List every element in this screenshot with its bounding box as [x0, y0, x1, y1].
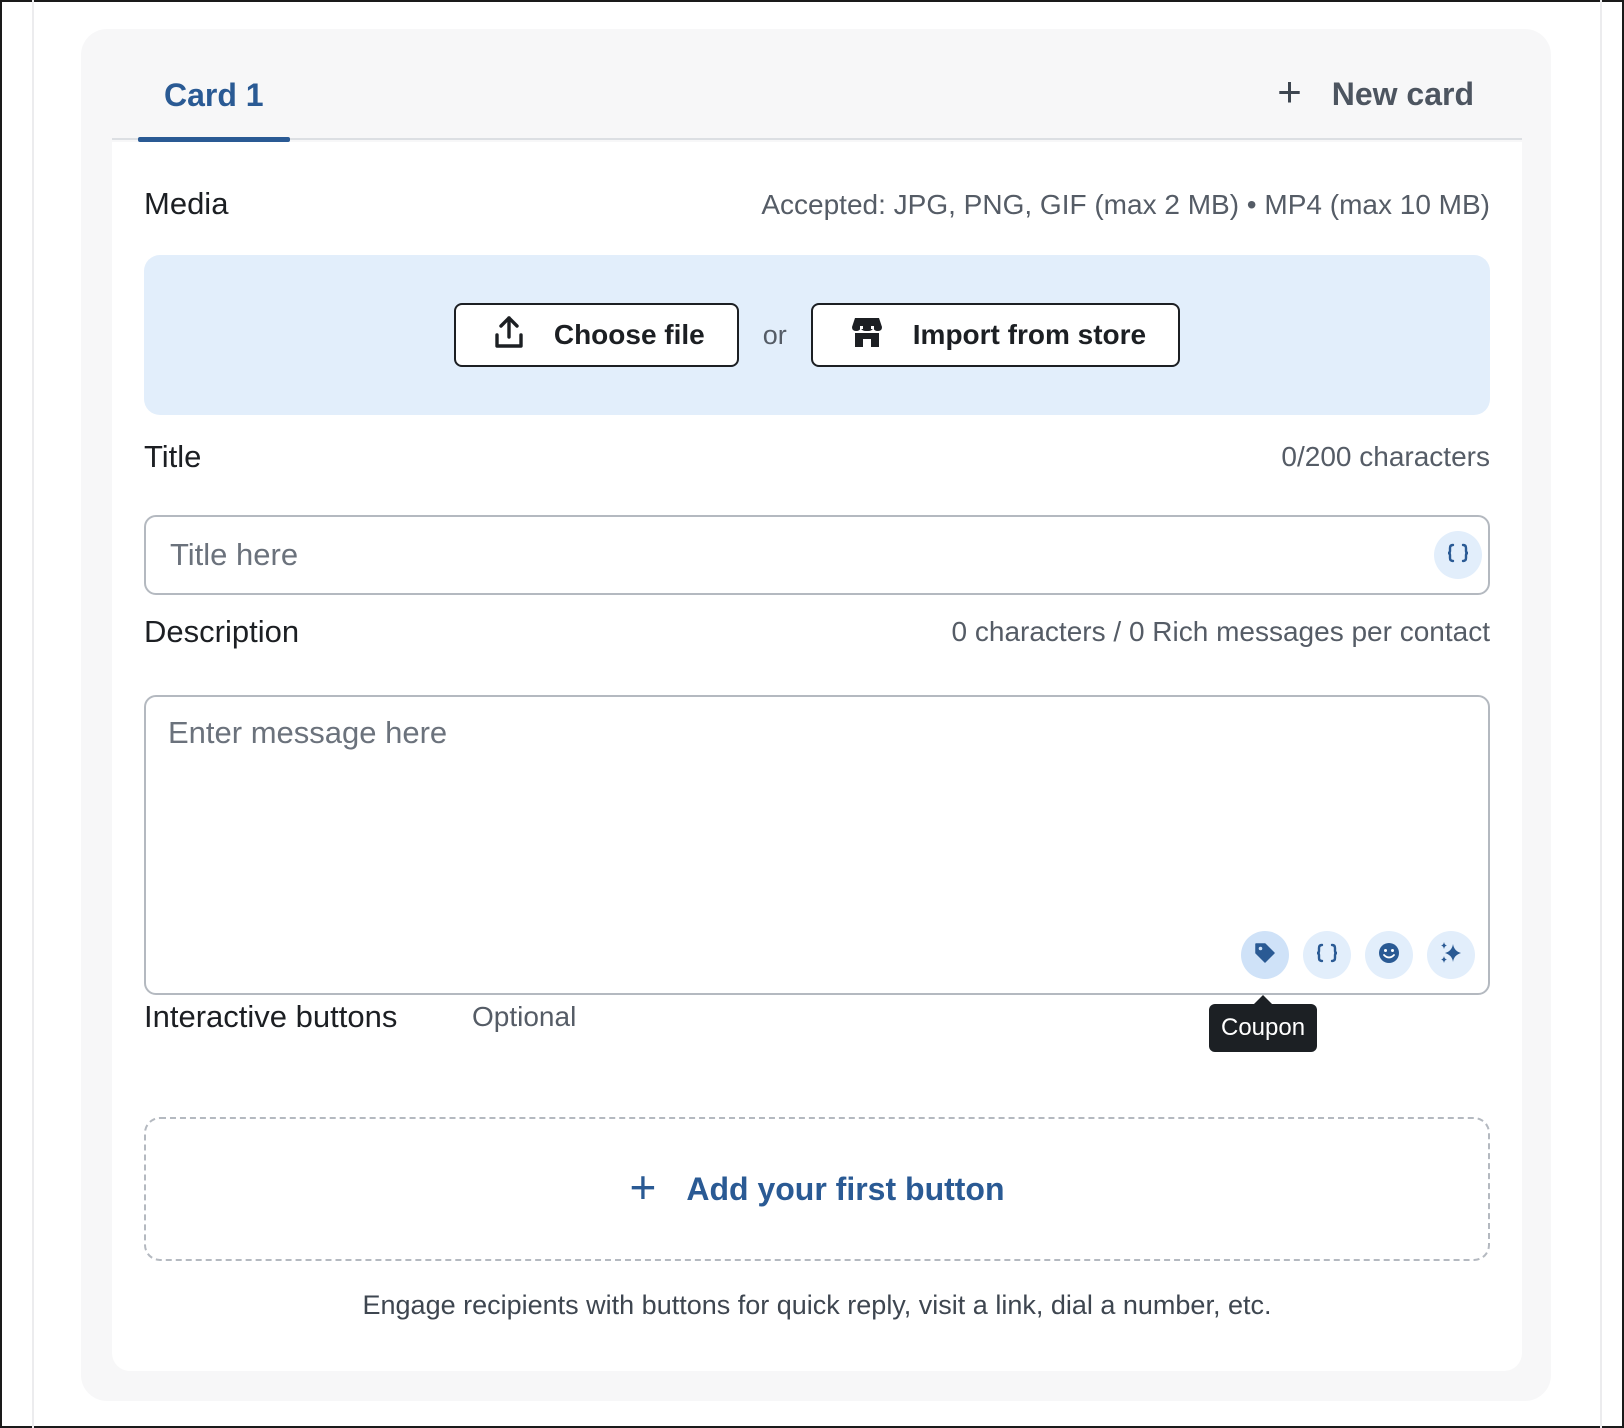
card-tabs: Card 1 + New card [112, 29, 1522, 142]
new-card-label: New card [1331, 75, 1474, 112]
tab-card-1-label: Card 1 [164, 77, 264, 113]
page-gutter-left [32, 0, 34, 1428]
media-label: Media [144, 186, 229, 221]
emoji-button[interactable] [1365, 931, 1413, 979]
upload-icon [494, 315, 524, 356]
description-textarea[interactable] [168, 715, 1458, 915]
curly-braces-icon [1446, 543, 1470, 568]
coupon-tooltip: Coupon [1209, 995, 1318, 1052]
smiley-icon [1377, 941, 1401, 970]
media-dropzone[interactable]: Choose file or Import from store [144, 255, 1490, 415]
add-first-button[interactable]: + Add your first button [144, 1117, 1490, 1261]
coupon-button[interactable] [1241, 931, 1289, 979]
description-variable-button[interactable] [1303, 931, 1351, 979]
ai-assist-button[interactable] [1427, 931, 1475, 979]
or-separator: or [762, 319, 787, 350]
card-editor: Card 1 + New card Media Accepted: JPG, P… [81, 29, 1551, 1401]
description-field [144, 695, 1490, 995]
choose-file-button[interactable]: Choose file [453, 303, 739, 367]
tag-icon [1254, 942, 1276, 969]
title-char-counter: 0/200 characters [1281, 441, 1490, 472]
plus-icon: + [629, 1161, 657, 1213]
media-accepted-hint: Accepted: JPG, PNG, GIF (max 2 MB) • MP4… [761, 189, 1490, 220]
interactive-buttons-helper: Engage recipients with buttons for quick… [362, 1290, 1272, 1320]
new-card-button[interactable]: + New card [1277, 71, 1474, 113]
choose-file-label: Choose file [553, 319, 705, 350]
title-input[interactable] [170, 517, 1400, 593]
optional-tag: Optional [472, 1001, 577, 1032]
tab-card-1[interactable]: Card 1 [138, 77, 290, 142]
import-from-store-button[interactable]: Import from store [810, 303, 1181, 367]
interactive-buttons-label: Interactive buttons [144, 999, 398, 1034]
title-field [144, 515, 1490, 595]
description-char-counter: 0 characters / 0 Rich messages per conta… [951, 616, 1490, 647]
import-from-store-label: Import from store [912, 319, 1147, 350]
store-icon [851, 316, 883, 355]
sparkles-icon [1438, 940, 1464, 971]
coupon-tooltip-text: Coupon [1221, 1014, 1306, 1041]
plus-icon: + [1277, 68, 1302, 115]
curly-braces-icon [1315, 943, 1339, 968]
title-variable-button[interactable] [1434, 531, 1482, 579]
add-first-button-label: Add your first button [686, 1170, 1005, 1207]
description-label: Description [144, 614, 300, 649]
card-form: Media Accepted: JPG, PNG, GIF (max 2 MB)… [112, 142, 1522, 1371]
page-gutter-right [1600, 0, 1602, 1428]
title-label: Title [144, 439, 202, 474]
